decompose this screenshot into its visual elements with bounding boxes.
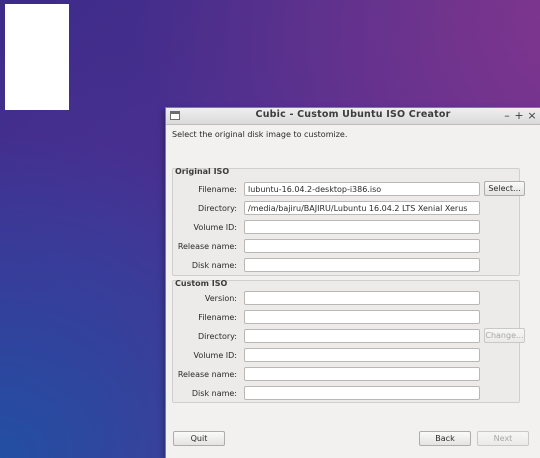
original-volume-id-label: Volume ID: bbox=[193, 223, 237, 232]
custom-disk-name-label: Disk name: bbox=[191, 389, 237, 398]
original-release-name-field[interactable] bbox=[244, 239, 480, 253]
custom-release-name-label: Release name: bbox=[177, 370, 237, 379]
next-button[interactable]: Next bbox=[477, 431, 529, 446]
custom-directory-field[interactable] bbox=[244, 329, 480, 343]
custom-volume-id-label: Volume ID: bbox=[193, 351, 237, 360]
original-disk-name-label: Disk name: bbox=[191, 261, 237, 270]
change-button[interactable]: Change... bbox=[484, 328, 525, 343]
title-bar[interactable]: Cubic - Custom Ubuntu ISO Creator – + × bbox=[166, 108, 540, 125]
original-filename-label: Filename: bbox=[198, 185, 237, 194]
close-button[interactable]: × bbox=[526, 109, 538, 123]
select-button[interactable]: Select... bbox=[484, 181, 525, 196]
custom-version-label: Version: bbox=[204, 294, 237, 303]
original-filename-field[interactable]: lubuntu-16.04.2-desktop-i386.iso bbox=[244, 182, 480, 196]
custom-release-name-field[interactable] bbox=[244, 367, 480, 381]
custom-filename-field[interactable] bbox=[244, 310, 480, 324]
custom-volume-id-field[interactable] bbox=[244, 348, 480, 362]
original-disk-name-field[interactable] bbox=[244, 258, 480, 272]
custom-filename-label: Filename: bbox=[198, 313, 237, 322]
original-directory-label: Directory: bbox=[198, 204, 237, 213]
custom-directory-label: Directory: bbox=[198, 332, 237, 341]
desktop-blank-panel bbox=[5, 4, 69, 110]
intro-text: Select the original disk image to custom… bbox=[172, 130, 348, 139]
original-directory-field[interactable]: /media/bajiru/BAJIRU/Lubuntu 16.04.2 LTS… bbox=[244, 201, 480, 215]
quit-button[interactable]: Quit bbox=[173, 431, 225, 446]
window-title: Cubic - Custom Ubuntu ISO Creator bbox=[255, 109, 451, 120]
original-iso-group: Original ISO Filename: lubuntu-16.04.2-d… bbox=[172, 167, 525, 276]
custom-iso-title: Custom ISO bbox=[175, 279, 228, 288]
original-release-name-label: Release name: bbox=[177, 242, 237, 251]
maximize-button[interactable]: + bbox=[513, 109, 525, 123]
back-button[interactable]: Back bbox=[419, 431, 471, 446]
custom-version-field[interactable] bbox=[244, 291, 480, 305]
cubic-window: Cubic - Custom Ubuntu ISO Creator – + × … bbox=[166, 108, 540, 458]
custom-iso-group: Custom ISO Version: Filename: Directory:… bbox=[172, 279, 525, 403]
minimize-button[interactable]: – bbox=[501, 109, 513, 123]
original-volume-id-field[interactable] bbox=[244, 220, 480, 234]
custom-disk-name-field[interactable] bbox=[244, 386, 480, 400]
original-iso-title: Original ISO bbox=[175, 167, 230, 176]
